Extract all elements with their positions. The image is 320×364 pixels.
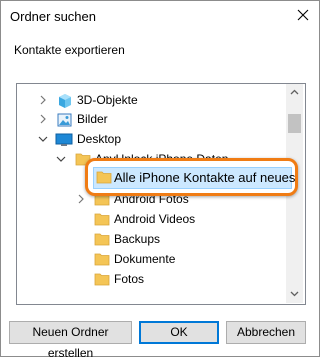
selected-folder-highlight: Alle iPhone Kontakte auf neues il bbox=[85, 158, 298, 196]
tree-item-label: 3D-Objekte bbox=[77, 93, 138, 107]
chevron-down-icon bbox=[290, 291, 299, 297]
tree-item-pictures[interactable]: Bilder bbox=[17, 109, 287, 129]
tree-item-documents[interactable]: Dokumente bbox=[17, 249, 287, 269]
scroll-up-button[interactable] bbox=[286, 84, 303, 101]
tree-item-backups[interactable]: Backups bbox=[17, 229, 287, 249]
ok-button[interactable]: OK bbox=[139, 321, 219, 344]
dialog-description: Kontakte exportieren bbox=[14, 43, 125, 57]
tree-item-desktop[interactable]: Desktop bbox=[17, 129, 287, 149]
folder-icon bbox=[94, 213, 110, 226]
chevron-right-icon[interactable] bbox=[77, 194, 85, 204]
tree-item-label: Fotos bbox=[114, 272, 145, 286]
folder-icon bbox=[96, 171, 112, 184]
pictures-icon bbox=[57, 113, 72, 127]
chevron-right-icon[interactable] bbox=[39, 114, 47, 124]
tree-item-label: Dokumente bbox=[114, 252, 176, 266]
scroll-down-button[interactable] bbox=[286, 286, 303, 303]
tree-item-label: Android Videos bbox=[114, 212, 196, 226]
dialog-title: Ordner suchen bbox=[10, 9, 96, 24]
close-icon bbox=[297, 9, 309, 21]
close-button[interactable] bbox=[291, 3, 317, 29]
tree-item-label: Backups bbox=[114, 232, 161, 246]
chevron-down-icon[interactable] bbox=[56, 155, 66, 163]
chevron-right-icon[interactable] bbox=[39, 95, 47, 105]
new-folder-button[interactable]: Neuen Ordner erstellen bbox=[9, 321, 132, 360]
tree-item-label: Bilder bbox=[77, 112, 108, 126]
tree-item-label: Desktop bbox=[77, 132, 122, 146]
folder-icon bbox=[94, 233, 110, 246]
tree-item-3d-objects[interactable]: 3D-Objekte bbox=[17, 90, 287, 110]
3d-objects-icon bbox=[59, 94, 71, 108]
tree-item-selected-folder[interactable]: Alle iPhone Kontakte auf neues il bbox=[93, 167, 295, 189]
tree-item-label: Alle iPhone Kontakte auf neues il bbox=[114, 170, 298, 185]
chevron-down-icon[interactable] bbox=[38, 135, 48, 143]
folder-icon bbox=[94, 253, 110, 266]
scrollbar-thumb[interactable] bbox=[288, 114, 301, 133]
folder-icon bbox=[94, 273, 110, 286]
cancel-button[interactable]: Abbrechen bbox=[226, 321, 306, 344]
tree-item-photos[interactable]: Fotos bbox=[17, 269, 287, 289]
tree-item-android-videos[interactable]: Android Videos bbox=[17, 209, 287, 229]
chevron-up-icon bbox=[290, 89, 299, 95]
desktop-icon bbox=[55, 133, 73, 146]
